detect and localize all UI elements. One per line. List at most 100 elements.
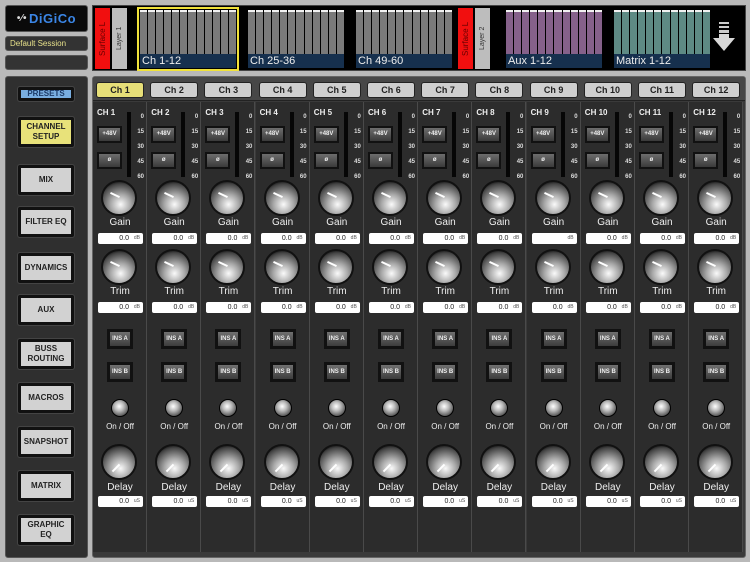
tab-ch-12[interactable]: Ch 12: [692, 82, 741, 98]
insert-b-button[interactable]: INS B: [594, 362, 621, 382]
delay-value-field[interactable]: 0.0 uS: [152, 496, 198, 507]
gain-value-field[interactable]: 0.0 dB: [206, 233, 252, 244]
tab-ch-1[interactable]: Ch 1: [96, 82, 144, 98]
phase-invert-button[interactable]: ø: [476, 152, 502, 169]
insert-a-button[interactable]: INS A: [378, 329, 404, 349]
trim-knob[interactable]: [155, 249, 192, 285]
phase-invert-button[interactable]: ø: [151, 152, 177, 169]
sidebar-channel-setup-button[interactable]: CHANNEL SETUP: [18, 117, 74, 147]
delay-knob[interactable]: [697, 444, 734, 480]
insert-a-button[interactable]: INS A: [215, 329, 242, 349]
insert-a-button[interactable]: INS A: [161, 329, 188, 349]
sidebar-dynamics-button[interactable]: DYNAMICS: [18, 253, 74, 283]
insert-a-button[interactable]: INS A: [323, 329, 350, 349]
phantom-power-button[interactable]: +48V: [97, 126, 122, 143]
phase-invert-button[interactable]: ø: [422, 152, 448, 169]
tab-ch-4[interactable]: Ch 4: [258, 82, 307, 98]
trim-value-field[interactable]: 0.0 dB: [477, 302, 523, 313]
delay-value-field[interactable]: 0.0 uS: [694, 496, 740, 507]
delay-on-off-button[interactable]: [327, 399, 346, 417]
gain-value-field[interactable]: dB: [531, 233, 577, 244]
phantom-power-button[interactable]: +48V: [151, 126, 177, 143]
trim-knob[interactable]: [480, 249, 517, 285]
insert-a-button[interactable]: INS A: [540, 329, 567, 349]
gain-knob[interactable]: [643, 180, 679, 216]
trim-knob[interactable]: [697, 249, 734, 285]
trim-value-field[interactable]: 0.0 dB: [585, 302, 631, 313]
delay-on-off-button[interactable]: [382, 399, 400, 417]
bank-matrix-1-12[interactable]: Matrix 1-12: [613, 9, 711, 69]
tab-ch-8[interactable]: Ch 8: [475, 82, 524, 98]
delay-on-off-button[interactable]: [490, 399, 509, 417]
tab-ch-5[interactable]: Ch 5: [312, 82, 361, 98]
trim-value-field[interactable]: 0.0 dB: [314, 302, 360, 313]
gain-value-field[interactable]: 0.0 dB: [152, 233, 198, 244]
delay-on-off-button[interactable]: [436, 399, 455, 417]
tab-ch-11[interactable]: Ch 11: [638, 82, 686, 98]
insert-a-button[interactable]: INS A: [107, 329, 133, 349]
phase-invert-button[interactable]: ø: [313, 152, 339, 169]
insert-a-button[interactable]: INS A: [594, 329, 621, 349]
phase-invert-button[interactable]: ø: [205, 152, 231, 169]
insert-b-button[interactable]: INS B: [215, 362, 242, 382]
bank-ch-1-12[interactable]: Ch 1-12: [137, 7, 239, 71]
insert-b-button[interactable]: INS B: [323, 362, 350, 382]
tab-ch-3[interactable]: Ch 3: [204, 82, 253, 98]
delay-value-field[interactable]: 0.0 uS: [369, 496, 414, 507]
trim-value-field[interactable]: 0.0 dB: [98, 302, 143, 313]
sidebar-snapshot-button[interactable]: SNAPSHOT: [18, 427, 74, 457]
gain-value-field[interactable]: 0.0 dB: [314, 233, 360, 244]
tab-ch-2[interactable]: Ch 2: [150, 82, 199, 98]
delay-knob[interactable]: [480, 444, 517, 480]
phase-invert-button[interactable]: ø: [693, 152, 719, 169]
trim-knob[interactable]: [426, 249, 463, 285]
phantom-power-button[interactable]: +48V: [205, 126, 231, 143]
phantom-power-button[interactable]: +48V: [368, 126, 393, 143]
delay-on-off-button[interactable]: [707, 399, 726, 417]
trim-value-field[interactable]: 0.0 dB: [531, 302, 577, 313]
phantom-power-button[interactable]: +48V: [259, 126, 285, 143]
phase-invert-button[interactable]: ø: [530, 152, 556, 169]
gain-knob[interactable]: [372, 180, 408, 216]
delay-on-off-button[interactable]: [165, 399, 184, 417]
insert-a-button[interactable]: INS A: [703, 329, 730, 349]
phase-invert-button[interactable]: ø: [639, 152, 664, 169]
delay-knob[interactable]: [588, 444, 625, 480]
trim-knob[interactable]: [101, 249, 137, 285]
delay-knob[interactable]: [317, 444, 354, 480]
trim-value-field[interactable]: 0.0 dB: [152, 302, 198, 313]
gain-knob[interactable]: [534, 180, 571, 216]
delay-value-field[interactable]: 0.0 uS: [206, 496, 252, 507]
trim-knob[interactable]: [317, 249, 354, 285]
phantom-power-button[interactable]: +48V: [584, 126, 610, 143]
delay-value-field[interactable]: 0.0 uS: [640, 496, 685, 507]
trim-knob[interactable]: [209, 249, 246, 285]
delay-value-field[interactable]: 0.0 uS: [314, 496, 360, 507]
insert-b-button[interactable]: INS B: [486, 362, 513, 382]
gain-value-field[interactable]: 0.0 dB: [260, 233, 306, 244]
insert-b-button[interactable]: INS B: [432, 362, 459, 382]
sidebar-aux-button[interactable]: AUX: [18, 295, 74, 325]
tab-ch-9[interactable]: Ch 9: [529, 82, 578, 98]
delay-value-field[interactable]: 0.0 uS: [477, 496, 523, 507]
bank-ch-49-60[interactable]: Ch 49-60: [355, 9, 453, 69]
tab-ch-7[interactable]: Ch 7: [421, 82, 470, 98]
delay-knob[interactable]: [101, 444, 137, 480]
phase-invert-button[interactable]: ø: [97, 152, 122, 169]
sidebar-filter-eq-button[interactable]: FILTER EQ: [18, 207, 74, 237]
sidebar-macros-button[interactable]: MACROS: [18, 383, 74, 413]
delay-knob[interactable]: [263, 444, 300, 480]
tab-ch-10[interactable]: Ch 10: [583, 82, 632, 98]
delay-knob[interactable]: [155, 444, 192, 480]
bank-aux-1-12[interactable]: Aux 1-12: [505, 9, 603, 69]
phase-invert-button[interactable]: ø: [368, 152, 393, 169]
gain-value-field[interactable]: 0.0 dB: [640, 233, 685, 244]
phantom-power-button[interactable]: +48V: [422, 126, 448, 143]
gain-knob[interactable]: [101, 180, 137, 216]
insert-a-button[interactable]: INS A: [432, 329, 459, 349]
delay-on-off-button[interactable]: [111, 399, 129, 417]
sidebar-buss-routing-button[interactable]: BUSS ROUTING: [18, 339, 74, 369]
sidebar-mix-button[interactable]: MIX: [18, 165, 74, 195]
trim-knob[interactable]: [534, 249, 571, 285]
delay-value-field[interactable]: 0.0 uS: [423, 496, 469, 507]
